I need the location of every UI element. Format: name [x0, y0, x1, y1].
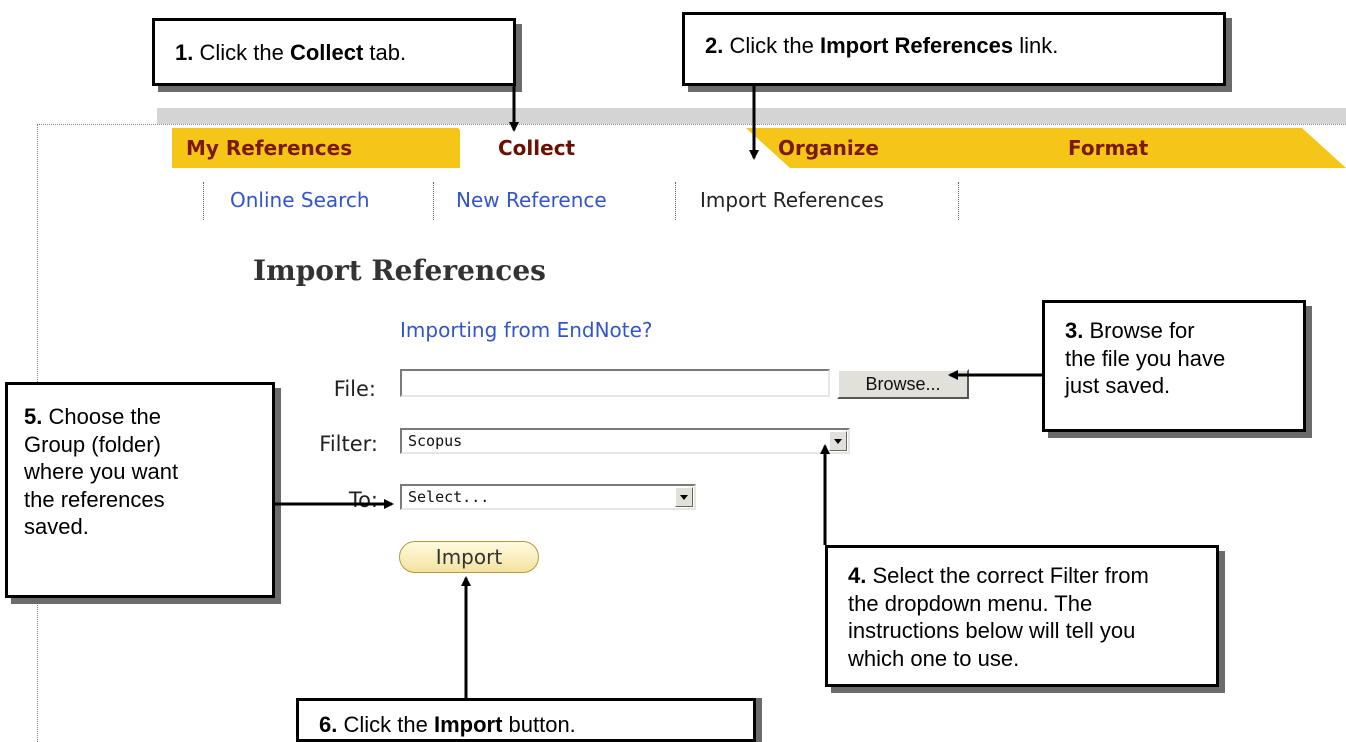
callout-arrows [275, 86, 1042, 698]
